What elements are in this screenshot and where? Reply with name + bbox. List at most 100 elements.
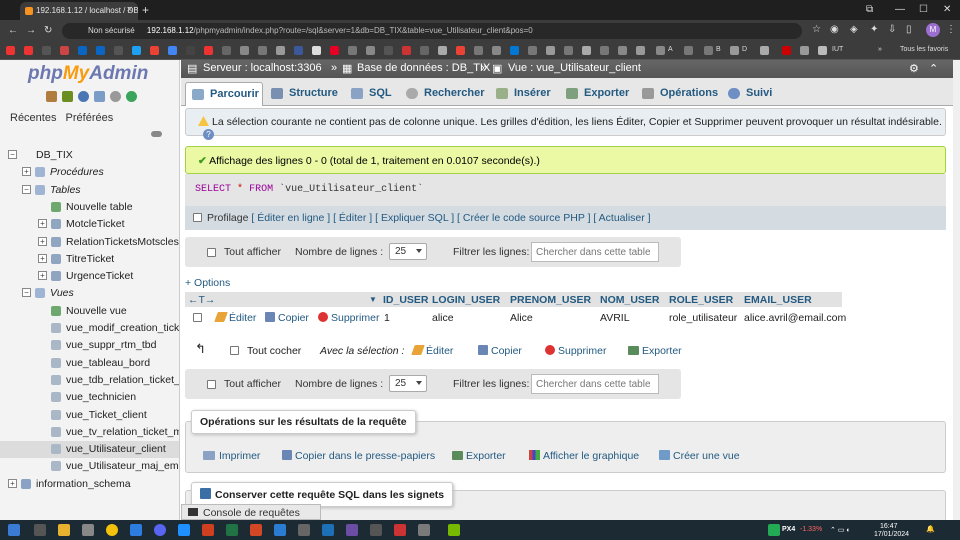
clock-time[interactable]: 16:47	[880, 523, 898, 530]
expand-icon[interactable]: +	[38, 219, 47, 228]
check-all-label[interactable]: Tout cocher	[247, 345, 301, 357]
tab-insert[interactable]: Insérer	[490, 82, 557, 106]
bulk-export-button[interactable]: Exporter	[628, 345, 682, 357]
cell-id-user[interactable]: 1	[384, 312, 390, 324]
taskbar-app-icon[interactable]	[298, 524, 310, 536]
forward-icon[interactable]: →	[26, 25, 36, 36]
taskbar-app-icon[interactable]	[370, 524, 382, 536]
home-icon[interactable]	[46, 91, 57, 102]
start-icon[interactable]	[8, 524, 20, 536]
bookmark-icon[interactable]	[492, 46, 501, 55]
show-all-checkbox[interactable]	[207, 248, 216, 257]
minimize-icon[interactable]: —	[895, 4, 905, 15]
tree-item[interactable]: − DB_TIX	[0, 147, 179, 164]
tree-item[interactable]: − Vues	[0, 285, 179, 302]
tab-export[interactable]: Exporter	[560, 82, 635, 106]
sidepanel-icon[interactable]: ▯	[906, 24, 912, 35]
tree-item[interactable]: vue_Utilisateur_client	[0, 441, 179, 458]
help-icon[interactable]	[78, 91, 90, 102]
chrome-icon[interactable]	[106, 524, 118, 536]
create-php-link[interactable]: [ Créer le code source PHP ]	[457, 212, 590, 224]
expand-icon[interactable]: +	[38, 254, 47, 263]
print-button[interactable]: Imprimer	[203, 450, 260, 462]
bookmark-icon[interactable]	[582, 46, 591, 55]
tree-item[interactable]: vue_Utilisateur_maj_email	[0, 458, 179, 475]
bookmark-icon[interactable]	[240, 46, 249, 55]
browser-tab[interactable]: 192.168.1.12 / localhost / DB_TIX ✕	[20, 2, 138, 20]
reload-icon[interactable]: ↻	[44, 25, 52, 36]
bookmark-icon[interactable]	[800, 46, 809, 55]
bookmark-icon[interactable]	[510, 46, 519, 55]
tree-item[interactable]: vue_tableau_bord	[0, 355, 179, 372]
sql-console-toggle[interactable]: Console de requêtes SQL	[181, 504, 321, 531]
taskbar-app-icon[interactable]	[178, 524, 190, 536]
filter-input[interactable]: Chercher dans cette table	[531, 374, 659, 394]
file-explorer-icon[interactable]	[58, 524, 70, 536]
tab-operations[interactable]: Opérations	[636, 82, 724, 106]
column-header[interactable]: PRENOM_USER	[510, 294, 591, 306]
bookmark-label[interactable]: B	[716, 46, 721, 53]
bulk-edit-button[interactable]: Éditer	[411, 345, 453, 357]
taskbar-app-icon[interactable]	[130, 524, 142, 536]
bookmark-icon[interactable]	[600, 46, 609, 55]
bookmark-icon[interactable]	[618, 46, 627, 55]
bookmark-icon[interactable]	[366, 46, 375, 55]
rows-select[interactable]: 25	[389, 375, 427, 392]
options-link[interactable]: + Options	[185, 277, 230, 289]
bookmark-label[interactable]: D	[742, 46, 747, 53]
bookmark-icon[interactable]	[782, 46, 791, 55]
taskbar-app-icon[interactable]	[394, 524, 406, 536]
column-header[interactable]: NOM_USER	[600, 294, 660, 306]
address-bar[interactable]: Non sécurisé 192.168.1.12/phpmyadmin/ind…	[62, 23, 802, 39]
tree-item[interactable]: vue_tdb_relation_ticket_m	[0, 372, 179, 389]
download-icon[interactable]: ⇩	[888, 24, 896, 35]
column-header[interactable]: EMAIL_USER	[744, 294, 812, 306]
bookmark-icon[interactable]	[760, 46, 769, 55]
taskbar-app-icon[interactable]	[322, 524, 334, 536]
column-header[interactable]: LOGIN_USER	[432, 294, 500, 306]
expand-icon[interactable]: +	[38, 271, 47, 280]
youtube-icon[interactable]	[6, 46, 15, 55]
tab-recent[interactable]: Récentes	[10, 112, 56, 124]
bookmark-icon[interactable]	[730, 46, 739, 55]
expand-icon[interactable]: +	[38, 237, 47, 246]
tree-item[interactable]: Nouvelle table	[0, 199, 179, 216]
bookmark-icon[interactable]	[132, 46, 141, 55]
tree-item[interactable]: + information_schema	[0, 476, 179, 493]
tree-item[interactable]: vue_tv_relation_ticket_mo	[0, 424, 179, 441]
bookmark-icon[interactable]	[258, 46, 267, 55]
tab-browse[interactable]: Parcourir	[185, 82, 263, 106]
cell-login-user[interactable]: alice	[432, 312, 454, 324]
discord-icon[interactable]	[154, 524, 166, 536]
sort-desc-icon[interactable]: ▼	[369, 295, 377, 304]
collapse-icon[interactable]: −	[8, 150, 17, 159]
puzzle-icon[interactable]: ✦	[870, 24, 878, 35]
tree-item[interactable]: + MotcleTicket	[0, 216, 179, 233]
tab-structure[interactable]: Structure	[265, 82, 344, 106]
tree-item[interactable]: + RelationTicketsMotscles	[0, 234, 179, 251]
bookmark-icon[interactable]	[60, 46, 69, 55]
bookmark-icon[interactable]	[564, 46, 573, 55]
bulk-copy-button[interactable]: Copier	[478, 345, 522, 357]
tree-item[interactable]: + UrgenceTicket	[0, 268, 179, 285]
bookmark-icon[interactable]	[684, 46, 693, 55]
bookmark-icon[interactable]	[294, 46, 303, 55]
inline-edit-link[interactable]: [ Éditer en ligne ]	[251, 212, 330, 224]
cell-prenom-user[interactable]: Alice	[510, 312, 533, 324]
bookmark-icon[interactable]	[636, 46, 645, 55]
bookmark-icon[interactable]	[330, 46, 339, 55]
extension-icon[interactable]: ◉	[830, 24, 839, 35]
bookmark-icon[interactable]	[384, 46, 393, 55]
column-nav-arrows[interactable]: ←T→	[188, 294, 215, 306]
bookmark-icon[interactable]	[420, 46, 429, 55]
cell-role-user[interactable]: role_utilisateur	[669, 312, 737, 324]
display-chart-button[interactable]: Afficher le graphique	[529, 450, 639, 462]
bookmark-icon[interactable]	[348, 46, 357, 55]
refresh-link[interactable]: [ Actualiser ]	[593, 212, 650, 224]
bookmark-icon[interactable]	[204, 46, 213, 55]
create-view-button[interactable]: Créer une vue	[659, 450, 740, 462]
row-delete-button[interactable]: Supprimer	[318, 312, 379, 324]
tab-favorites[interactable]: Préférées	[66, 112, 114, 124]
bookmark-icon[interactable]	[312, 46, 321, 55]
column-header[interactable]: ID_USER	[383, 294, 429, 306]
